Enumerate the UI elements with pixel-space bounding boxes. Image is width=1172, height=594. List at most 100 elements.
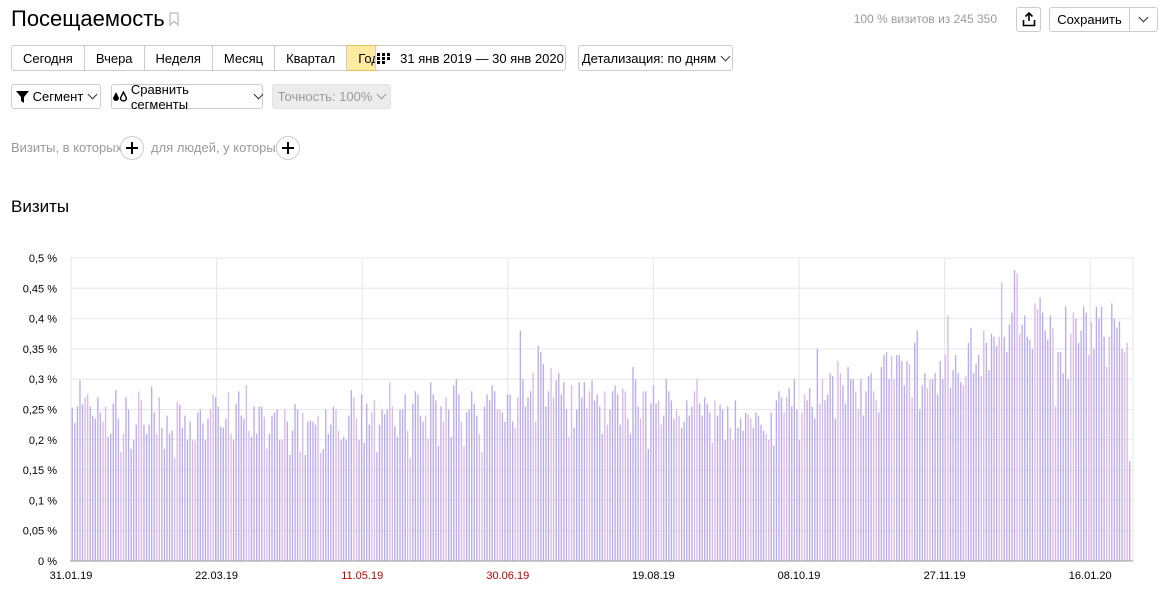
bar[interactable] xyxy=(74,422,76,561)
bar[interactable] xyxy=(199,409,201,562)
bar[interactable] xyxy=(84,397,86,561)
bar[interactable] xyxy=(949,388,952,561)
bar[interactable] xyxy=(931,379,934,561)
bar[interactable] xyxy=(458,394,460,561)
bar[interactable] xyxy=(76,406,79,561)
bar[interactable] xyxy=(665,379,667,561)
bar[interactable] xyxy=(942,379,944,561)
bar[interactable] xyxy=(691,406,693,561)
bar[interactable] xyxy=(1100,306,1103,561)
bar[interactable] xyxy=(798,439,801,561)
bar[interactable] xyxy=(1070,333,1072,561)
bar[interactable] xyxy=(1059,351,1062,561)
bar[interactable] xyxy=(801,412,803,561)
bar[interactable] xyxy=(130,448,132,561)
bar[interactable] xyxy=(430,382,432,561)
bar[interactable] xyxy=(675,409,678,562)
bar[interactable] xyxy=(985,342,987,561)
bar[interactable] xyxy=(1016,273,1018,561)
bar[interactable] xyxy=(499,409,501,562)
bar[interactable] xyxy=(1001,282,1003,561)
bar[interactable] xyxy=(773,445,775,561)
bar[interactable] xyxy=(168,433,171,561)
bar[interactable] xyxy=(1106,367,1108,561)
bar[interactable] xyxy=(281,439,283,561)
bar[interactable] xyxy=(547,391,550,561)
bar[interactable] xyxy=(834,418,836,561)
bar[interactable] xyxy=(442,421,445,561)
bar[interactable] xyxy=(555,380,557,561)
detail-dropdown[interactable]: Детализация: по дням xyxy=(578,45,733,71)
bar[interactable] xyxy=(545,406,547,561)
bar[interactable] xyxy=(619,424,621,561)
bar[interactable] xyxy=(319,453,322,561)
bar[interactable] xyxy=(911,397,913,561)
bar[interactable] xyxy=(115,390,117,561)
bar[interactable] xyxy=(977,354,980,561)
save-button[interactable]: Сохранить xyxy=(1049,7,1130,32)
bar[interactable] xyxy=(878,412,880,561)
bar[interactable] xyxy=(478,433,481,561)
bar[interactable] xyxy=(640,418,642,561)
bar[interactable] xyxy=(471,391,473,561)
bar[interactable] xyxy=(389,382,391,561)
bar[interactable] xyxy=(739,418,742,561)
bar[interactable] xyxy=(780,397,783,561)
bar[interactable] xyxy=(706,403,708,561)
bar[interactable] xyxy=(240,415,242,561)
bar[interactable] xyxy=(386,409,388,562)
bar[interactable] xyxy=(92,415,94,561)
bar[interactable] xyxy=(291,430,294,561)
bar[interactable] xyxy=(867,376,870,561)
bar[interactable] xyxy=(494,391,496,561)
bar[interactable] xyxy=(581,397,583,561)
bar[interactable] xyxy=(327,433,329,561)
bar[interactable] xyxy=(330,424,332,561)
period-button[interactable]: Квартал xyxy=(275,45,348,71)
bar[interactable] xyxy=(296,409,299,562)
bar[interactable] xyxy=(921,385,923,561)
bar[interactable] xyxy=(376,451,378,561)
bar[interactable] xyxy=(791,406,793,561)
bar[interactable] xyxy=(816,348,819,561)
bar[interactable] xyxy=(965,376,967,561)
bar[interactable] xyxy=(207,418,209,561)
bar[interactable] xyxy=(993,336,995,561)
bar[interactable] xyxy=(1047,339,1049,561)
bar[interactable] xyxy=(1036,309,1039,561)
bar[interactable] xyxy=(1008,324,1011,561)
bar[interactable] xyxy=(929,379,931,561)
bar[interactable] xyxy=(901,361,903,561)
bar[interactable] xyxy=(814,418,816,561)
bar[interactable] xyxy=(166,415,168,561)
bar[interactable] xyxy=(112,403,114,561)
bar[interactable] xyxy=(440,406,442,561)
bar[interactable] xyxy=(913,342,916,561)
bar[interactable] xyxy=(660,424,662,561)
bar[interactable] xyxy=(775,400,778,561)
bar[interactable] xyxy=(261,406,263,561)
period-button[interactable]: Месяц xyxy=(212,45,276,71)
bar[interactable] xyxy=(1026,336,1028,561)
bar[interactable] xyxy=(888,379,890,561)
bar[interactable] xyxy=(230,433,232,561)
bar[interactable] xyxy=(348,415,350,561)
bar[interactable] xyxy=(414,391,417,561)
bar[interactable] xyxy=(150,386,153,561)
bar[interactable] xyxy=(616,394,619,561)
bar[interactable] xyxy=(593,400,596,561)
bar[interactable] xyxy=(657,400,660,561)
bar[interactable] xyxy=(412,403,414,561)
bar[interactable] xyxy=(637,406,639,561)
bar[interactable] xyxy=(532,373,534,561)
bar[interactable] xyxy=(586,408,588,561)
bar[interactable] xyxy=(371,412,373,561)
bar[interactable] xyxy=(980,376,982,561)
bar[interactable] xyxy=(857,409,859,562)
bar[interactable] xyxy=(734,400,737,561)
bar[interactable] xyxy=(517,397,519,561)
bar[interactable] xyxy=(125,397,127,561)
bar[interactable] xyxy=(79,380,81,561)
bar[interactable] xyxy=(422,421,424,561)
bar[interactable] xyxy=(939,361,941,561)
